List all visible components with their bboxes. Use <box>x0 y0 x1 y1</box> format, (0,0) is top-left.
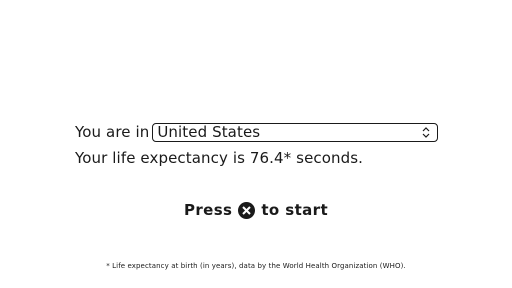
expectancy-unit: seconds. <box>296 149 364 167</box>
start-prompt[interactable]: Press to start <box>0 199 512 221</box>
press-label: Press <box>183 201 233 219</box>
expectancy-value: 76.4* <box>249 149 292 167</box>
country-line: You are in United States <box>75 121 439 143</box>
country-select-value: United States <box>157 123 261 141</box>
cross-button-icon <box>238 201 256 219</box>
start-label: to start <box>261 201 329 219</box>
chevron-updown-icon <box>422 126 430 138</box>
game-screen: You are in United States Your life expec… <box>0 0 512 288</box>
expectancy-line: Your life expectancy is 76.4* seconds. <box>75 147 363 169</box>
expectancy-prefix: Your life expectancy is <box>75 149 245 167</box>
footnote: * Life expectancy at birth (in years), d… <box>106 262 406 270</box>
country-select[interactable]: United States <box>152 122 439 142</box>
country-prefix: You are in <box>75 123 150 141</box>
